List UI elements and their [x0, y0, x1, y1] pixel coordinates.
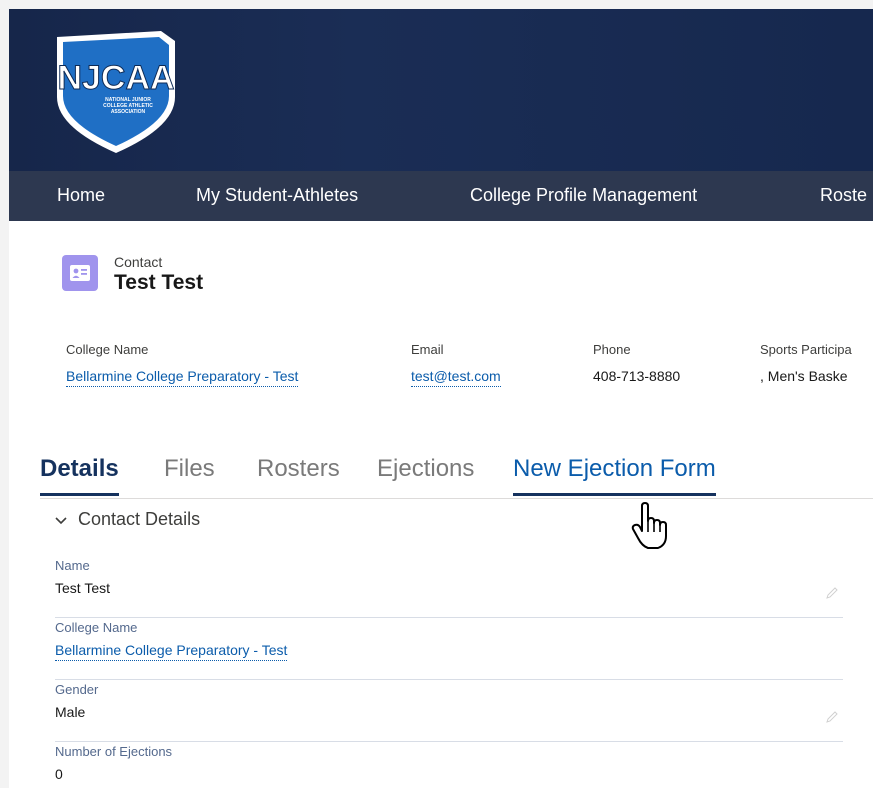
field-college-name: College Name Bellarmine College Preparat…: [55, 618, 843, 680]
field-label: College Name: [55, 620, 138, 635]
nav-item-college-profile-management[interactable]: College Profile Management: [470, 185, 697, 206]
section-title: Contact Details: [78, 509, 201, 529]
sports-participation: Sports Participa , Men's Baske: [760, 342, 873, 392]
page: NJCAA NATIONAL JUNIOR COLLEGE ATHLETIC A…: [0, 0, 873, 788]
site-banner: NJCAA NATIONAL JUNIOR COLLEGE ATHLETIC A…: [9, 9, 873, 171]
field-label: Gender: [55, 682, 99, 697]
field-gender: Gender Male: [55, 680, 843, 742]
email-label: Email: [411, 342, 444, 357]
hand-pointer-cursor-icon: [631, 502, 667, 549]
email-link[interactable]: test@test.com: [411, 368, 501, 387]
college-name-label: College Name: [66, 342, 149, 357]
tab-rosters[interactable]: Rosters: [257, 455, 340, 493]
tab-ejections[interactable]: Ejections: [377, 455, 474, 493]
pencil-icon[interactable]: [825, 710, 839, 729]
njcaa-logo-icon[interactable]: NJCAA NATIONAL JUNIOR COLLEGE ATHLETIC A…: [49, 27, 184, 157]
tab-details[interactable]: Details: [40, 455, 119, 496]
main-nav: Home My Student-Athletes College Profile…: [9, 171, 873, 221]
sports-label: Sports Participa: [760, 342, 852, 357]
logo-subtitle: NATIONAL JUNIOR COLLEGE ATHLETIC ASSOCIA…: [103, 97, 153, 115]
field-value: 0: [55, 766, 63, 782]
college-name-link[interactable]: Bellarmine College Preparatory - Test: [66, 368, 299, 387]
field-label: Name: [55, 558, 90, 573]
chevron-down-icon: [55, 512, 73, 528]
pencil-icon[interactable]: [825, 586, 839, 605]
nav-item-my-student-athletes[interactable]: My Student-Athletes: [196, 185, 358, 206]
record-title: Test Test: [114, 271, 204, 294]
tab-new-ejection-form[interactable]: New Ejection Form: [513, 455, 716, 496]
record-type-label: Contact: [114, 254, 163, 270]
top-strip: [0, 0, 873, 9]
tab-files[interactable]: Files: [164, 455, 215, 493]
field-number-of-ejections: Number of Ejections 0: [55, 742, 843, 788]
logo-text: NJCAA: [57, 59, 174, 97]
field-value: Male: [55, 704, 86, 720]
field-label: Number of Ejections: [55, 744, 173, 759]
college-name-field-link[interactable]: Bellarmine College Preparatory - Test: [55, 642, 288, 661]
phone-label: Phone: [593, 342, 631, 357]
tabs-divider: [40, 498, 873, 499]
sports-value: , Men's Baske: [760, 368, 848, 384]
left-gutter: [0, 0, 9, 788]
contact-details-section-toggle[interactable]: Contact Details: [55, 509, 200, 530]
contact-card-icon: [62, 255, 98, 291]
field-name: Name Test Test: [55, 556, 843, 618]
phone-value: 408-713-8880: [593, 368, 681, 384]
field-value: Test Test: [55, 580, 110, 596]
nav-item-home[interactable]: Home: [57, 185, 105, 206]
nav-item-rosters[interactable]: Roste: [820, 185, 867, 206]
